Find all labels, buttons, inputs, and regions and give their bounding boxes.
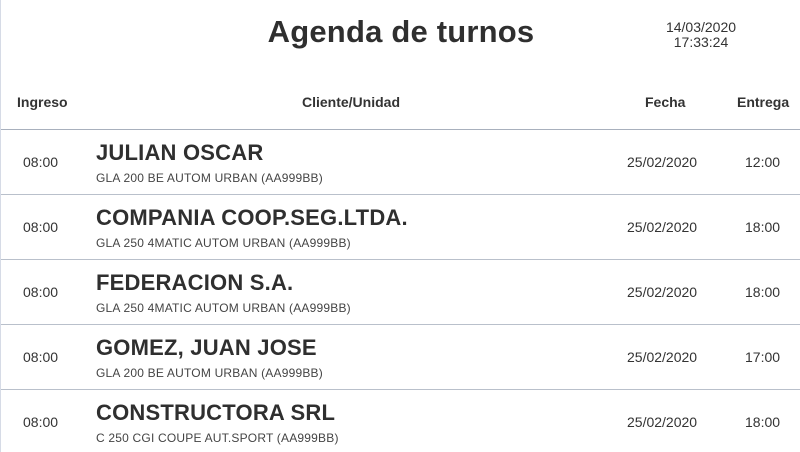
- current-time: 17:33:24: [673, 34, 729, 50]
- row-fecha: 25/02/2020: [627, 349, 698, 365]
- row-cliente: COMPANIA COOP.SEG.LTDA.: [96, 205, 408, 230]
- row-cliente: FEDERACION S.A.: [96, 270, 294, 295]
- table-header: Ingreso Cliente/Unidad Fecha Entrega: [1, 72, 800, 130]
- row-entrega: 18:00: [745, 284, 781, 300]
- column-header-ingreso: Ingreso: [17, 94, 68, 110]
- row-unidad: GLA 200 BE AUTOM URBAN (AA999BB): [96, 366, 323, 380]
- row-cliente: GOMEZ, JUAN JOSE: [96, 335, 317, 360]
- row-entrega: 17:00: [745, 349, 781, 365]
- row-fecha: 25/02/2020: [627, 219, 698, 235]
- table-row: 08:00 COMPANIA COOP.SEG.LTDA. GLA 250 4M…: [1, 195, 800, 260]
- column-header-entrega: Entrega: [737, 94, 790, 110]
- agenda-page: Agenda de turnos 14/03/2020 17:33:24 Ing…: [0, 0, 800, 452]
- row-unidad: C 250 CGI COUPE AUT.SPORT (AA999BB): [96, 431, 339, 445]
- current-datetime: 14/03/2020 17:33:24: [641, 20, 761, 50]
- row-unidad: GLA 200 BE AUTOM URBAN (AA999BB): [96, 171, 323, 185]
- row-ingreso: 08:00: [23, 154, 59, 170]
- row-fecha: 25/02/2020: [627, 154, 698, 170]
- row-entrega: 18:00: [745, 414, 781, 430]
- row-entrega: 12:00: [745, 154, 781, 170]
- row-fecha: 25/02/2020: [627, 414, 698, 430]
- row-cliente: JULIAN OSCAR: [96, 140, 264, 165]
- row-fecha: 25/02/2020: [627, 284, 698, 300]
- row-cliente: CONSTRUCTORA SRL: [96, 400, 336, 425]
- row-ingreso: 08:00: [23, 414, 59, 430]
- row-ingreso: 08:00: [23, 349, 59, 365]
- current-date: 14/03/2020: [665, 19, 737, 35]
- column-header-cliente: Cliente/Unidad: [301, 94, 400, 110]
- row-ingreso: 08:00: [23, 219, 59, 235]
- row-unidad: GLA 250 4MATIC AUTOM URBAN (AA999BB): [96, 301, 351, 315]
- row-entrega: 18:00: [745, 219, 781, 235]
- row-ingreso: 08:00: [23, 284, 59, 300]
- column-header-fecha: Fecha: [645, 94, 686, 110]
- page-header: Agenda de turnos 14/03/2020 17:33:24: [1, 0, 800, 72]
- table-row: 08:00 FEDERACION S.A. GLA 250 4MATIC AUT…: [1, 260, 800, 325]
- table-row: 08:00 GOMEZ, JUAN JOSE GLA 200 BE AUTOM …: [1, 325, 800, 390]
- table-row: 08:00 JULIAN OSCAR GLA 200 BE AUTOM URBA…: [1, 130, 800, 195]
- table-row: 08:00 CONSTRUCTORA SRL C 250 CGI COUPE A…: [1, 390, 800, 452]
- row-unidad: GLA 250 4MATIC AUTOM URBAN (AA999BB): [96, 236, 351, 250]
